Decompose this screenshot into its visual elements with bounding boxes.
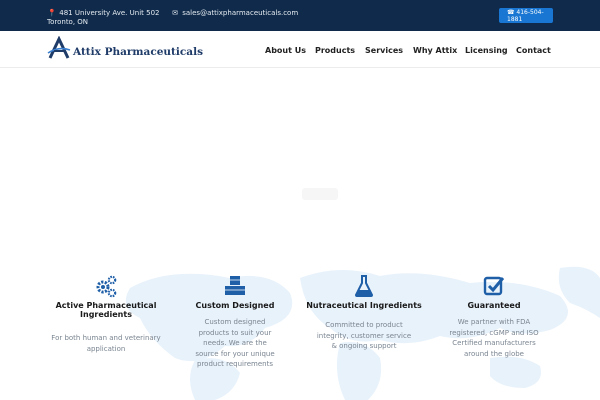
address: 📍 481 University Ave. Unit 502 Toronto, … <box>47 9 167 27</box>
email-link[interactable]: ✉ sales@attixpharmaceuticals.com <box>170 9 298 18</box>
header: Attix Pharmaceuticals About Us Products … <box>0 31 600 68</box>
phone-icon: ☎ <box>507 9 515 16</box>
slider-placeholder <box>302 188 338 200</box>
feature-desc: For both human and veterinary applicatio… <box>51 334 161 353</box>
cubes-icon <box>225 276 245 295</box>
feature-desc: Committed to product integrity, customer… <box>316 321 412 350</box>
feature-guaranteed: Guaranteed We partner with FDA registere… <box>434 274 554 359</box>
envelope-icon: ✉ <box>172 9 178 17</box>
top-bar: 📍 481 University Ave. Unit 502 Toronto, … <box>0 0 600 31</box>
nav-contact[interactable]: Contact <box>516 46 551 56</box>
email-text: sales@attixpharmaceuticals.com <box>182 9 299 17</box>
feature-title: Active Pharmaceutical Ingredients <box>55 301 157 319</box>
features-section: Active Pharmaceutical Ingredients For bo… <box>0 248 600 400</box>
gears-icon <box>96 275 117 298</box>
nav-services[interactable]: Services <box>365 46 403 56</box>
feature-custom-designed: Custom Designed Custom designed products… <box>175 274 295 370</box>
feature-desc: We partner with FDA registered, cGMP and… <box>449 318 539 358</box>
address-text: 481 University Ave. Unit 502 Toronto, ON <box>47 9 160 26</box>
feature-desc: Custom designed products to suit your ne… <box>195 318 275 368</box>
nav-products[interactable]: Products <box>315 46 355 56</box>
feature-title: Nutraceutical Ingredients <box>306 301 422 310</box>
phone-button[interactable]: ☎ 416-504-1881 <box>499 8 553 23</box>
feature-title: Custom Designed <box>195 301 275 310</box>
flask-icon <box>354 275 374 297</box>
nav-why-attix[interactable]: Why Attix <box>413 46 457 56</box>
nav-about-us[interactable]: About Us <box>265 46 306 56</box>
main-nav: About Us Products Services Why Attix Lic… <box>0 46 600 56</box>
nav-licensing[interactable]: Licensing <box>465 46 508 56</box>
feature-title: Guaranteed <box>467 301 521 310</box>
map-pin-icon: 📍 <box>47 9 57 17</box>
checkbox-icon <box>483 276 505 296</box>
hero-slider <box>0 68 600 248</box>
feature-nutraceutical: Nutraceutical Ingredients Committed to p… <box>304 274 424 352</box>
feature-active-ingredients: Active Pharmaceutical Ingredients For bo… <box>46 274 166 354</box>
